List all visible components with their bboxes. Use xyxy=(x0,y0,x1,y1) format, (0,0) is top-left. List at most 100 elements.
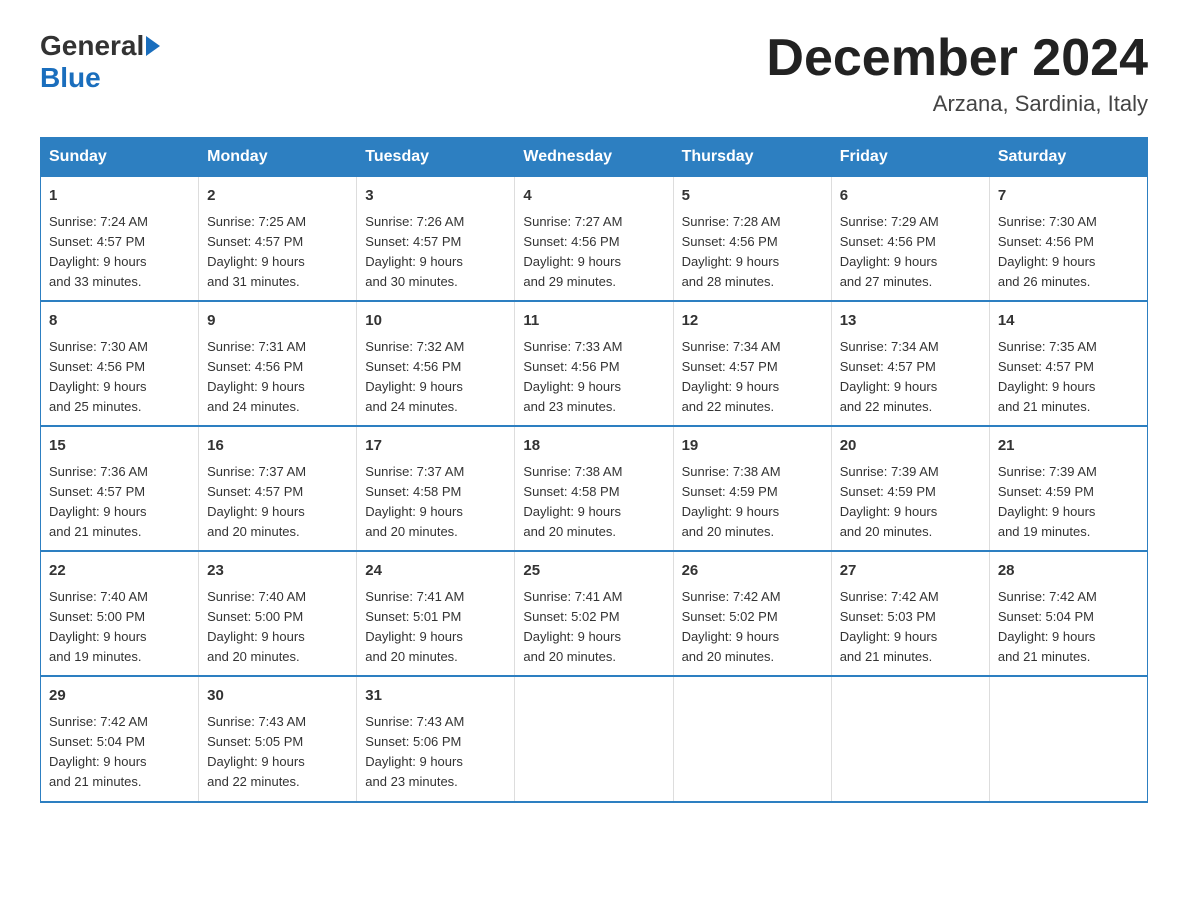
calendar-cell: 11 Sunrise: 7:33 AMSunset: 4:56 PMDayligh… xyxy=(515,301,673,426)
day-number: 26 xyxy=(682,560,823,583)
calendar-cell: 25 Sunrise: 7:41 AMSunset: 5:02 PMDayligh… xyxy=(515,551,673,676)
day-number: 31 xyxy=(365,685,506,708)
day-number: 18 xyxy=(523,435,664,458)
calendar-cell: 27Sunrise: 7:42 AMSunset: 5:03 PMDayligh… xyxy=(831,551,989,676)
week-row-0: 1Sunrise: 7:24 AMSunset: 4:57 PMDaylight… xyxy=(41,177,1148,302)
calendar-cell: 15 Sunrise: 7:36 AMSunset: 4:57 PMDayligh… xyxy=(41,426,199,551)
day-number: 12 xyxy=(682,310,823,333)
day-info: Sunrise: 7:42 AMSunset: 5:02 PMDaylight:… xyxy=(682,587,823,668)
calendar-cell: 12 Sunrise: 7:34 AMSunset: 4:57 PMDayligh… xyxy=(673,301,831,426)
day-number: 22 xyxy=(49,560,190,583)
day-info: Sunrise: 7:38 AMSunset: 4:58 PMDaylight:… xyxy=(523,462,664,543)
day-info: Sunrise: 7:29 AMSunset: 4:56 PMDaylight:… xyxy=(840,212,981,293)
header-row: Sunday Monday Tuesday Wednesday Thursday… xyxy=(41,138,1148,177)
day-number: 17 xyxy=(365,435,506,458)
calendar-cell: 26 Sunrise: 7:42 AMSunset: 5:02 PMDayligh… xyxy=(673,551,831,676)
day-info: Sunrise: 7:36 AMSunset: 4:57 PMDaylight:… xyxy=(49,462,190,543)
day-number: 15 xyxy=(49,435,190,458)
day-number: 3 xyxy=(365,185,506,208)
week-row-3: 22 Sunrise: 7:40 AMSunset: 5:00 PMDayligh… xyxy=(41,551,1148,676)
calendar-cell: 30Sunrise: 7:43 AMSunset: 5:05 PMDayligh… xyxy=(199,676,357,801)
day-number: 25 xyxy=(523,560,664,583)
calendar-cell: 17 Sunrise: 7:37 AMSunset: 4:58 PMDayligh… xyxy=(357,426,515,551)
day-info: Sunrise: 7:40 AMSunset: 5:00 PMDaylight:… xyxy=(49,587,190,668)
logo-general-text: General xyxy=(40,30,144,62)
day-info: Sunrise: 7:41 AMSunset: 5:02 PMDaylight:… xyxy=(523,587,664,668)
calendar-cell xyxy=(989,676,1147,801)
calendar-cell xyxy=(515,676,673,801)
calendar-cell: 21Sunrise: 7:39 AMSunset: 4:59 PMDayligh… xyxy=(989,426,1147,551)
day-number: 9 xyxy=(207,310,348,333)
calendar-cell: 4 Sunrise: 7:27 AMSunset: 4:56 PMDaylight… xyxy=(515,177,673,302)
day-info: Sunrise: 7:41 AMSunset: 5:01 PMDaylight:… xyxy=(365,587,506,668)
day-info: Sunrise: 7:32 AMSunset: 4:56 PMDaylight:… xyxy=(365,337,506,418)
calendar-title: December 2024 xyxy=(766,30,1148,87)
day-number: 29 xyxy=(49,685,190,708)
day-info: Sunrise: 7:30 AMSunset: 4:56 PMDaylight:… xyxy=(998,212,1139,293)
col-tuesday: Tuesday xyxy=(357,138,515,177)
calendar-cell: 28 Sunrise: 7:42 AMSunset: 5:04 PMDayligh… xyxy=(989,551,1147,676)
day-number: 4 xyxy=(523,185,664,208)
day-info: Sunrise: 7:43 AMSunset: 5:05 PMDaylight:… xyxy=(207,712,348,793)
day-number: 2 xyxy=(207,185,348,208)
col-friday: Friday xyxy=(831,138,989,177)
col-monday: Monday xyxy=(199,138,357,177)
day-number: 13 xyxy=(840,310,981,333)
day-info: Sunrise: 7:38 AMSunset: 4:59 PMDaylight:… xyxy=(682,462,823,543)
calendar-cell xyxy=(831,676,989,801)
day-number: 28 xyxy=(998,560,1139,583)
day-number: 10 xyxy=(365,310,506,333)
col-thursday: Thursday xyxy=(673,138,831,177)
day-number: 8 xyxy=(49,310,190,333)
calendar-cell: 1Sunrise: 7:24 AMSunset: 4:57 PMDaylight… xyxy=(41,177,199,302)
calendar-cell: 14 Sunrise: 7:35 AMSunset: 4:57 PMDayligh… xyxy=(989,301,1147,426)
day-number: 21 xyxy=(998,435,1139,458)
day-info: Sunrise: 7:40 AMSunset: 5:00 PMDaylight:… xyxy=(207,587,348,668)
col-saturday: Saturday xyxy=(989,138,1147,177)
day-number: 16 xyxy=(207,435,348,458)
calendar-subtitle: Arzana, Sardinia, Italy xyxy=(766,91,1148,117)
week-row-4: 29 Sunrise: 7:42 AMSunset: 5:04 PMDayligh… xyxy=(41,676,1148,801)
day-number: 11 xyxy=(523,310,664,333)
day-info: Sunrise: 7:42 AMSunset: 5:04 PMDaylight:… xyxy=(49,712,190,793)
day-number: 14 xyxy=(998,310,1139,333)
calendar-cell: 29 Sunrise: 7:42 AMSunset: 5:04 PMDayligh… xyxy=(41,676,199,801)
logo: General Blue xyxy=(40,30,162,94)
day-info: Sunrise: 7:26 AMSunset: 4:57 PMDaylight:… xyxy=(365,212,506,293)
day-number: 23 xyxy=(207,560,348,583)
calendar-cell: 3 Sunrise: 7:26 AMSunset: 4:57 PMDaylight… xyxy=(357,177,515,302)
calendar-cell: 5 Sunrise: 7:28 AMSunset: 4:56 PMDaylight… xyxy=(673,177,831,302)
day-number: 1 xyxy=(49,185,190,208)
day-info: Sunrise: 7:42 AMSunset: 5:04 PMDaylight:… xyxy=(998,587,1139,668)
day-info: Sunrise: 7:43 AMSunset: 5:06 PMDaylight:… xyxy=(365,712,506,793)
week-row-2: 15 Sunrise: 7:36 AMSunset: 4:57 PMDayligh… xyxy=(41,426,1148,551)
day-info: Sunrise: 7:39 AMSunset: 4:59 PMDaylight:… xyxy=(840,462,981,543)
calendar-cell: 18 Sunrise: 7:38 AMSunset: 4:58 PMDayligh… xyxy=(515,426,673,551)
day-info: Sunrise: 7:27 AMSunset: 4:56 PMDaylight:… xyxy=(523,212,664,293)
calendar-cell: 2Sunrise: 7:25 AMSunset: 4:57 PMDaylight… xyxy=(199,177,357,302)
day-info: Sunrise: 7:28 AMSunset: 4:56 PMDaylight:… xyxy=(682,212,823,293)
title-block: December 2024 Arzana, Sardinia, Italy xyxy=(766,30,1148,117)
day-info: Sunrise: 7:42 AMSunset: 5:03 PMDaylight:… xyxy=(840,587,981,668)
day-info: Sunrise: 7:31 AMSunset: 4:56 PMDaylight:… xyxy=(207,337,348,418)
calendar-cell: 22 Sunrise: 7:40 AMSunset: 5:00 PMDayligh… xyxy=(41,551,199,676)
col-wednesday: Wednesday xyxy=(515,138,673,177)
day-info: Sunrise: 7:33 AMSunset: 4:56 PMDaylight:… xyxy=(523,337,664,418)
calendar-table: Sunday Monday Tuesday Wednesday Thursday… xyxy=(40,137,1148,802)
calendar-cell: 31 Sunrise: 7:43 AMSunset: 5:06 PMDayligh… xyxy=(357,676,515,801)
day-number: 5 xyxy=(682,185,823,208)
col-sunday: Sunday xyxy=(41,138,199,177)
calendar-cell: 24Sunrise: 7:41 AMSunset: 5:01 PMDayligh… xyxy=(357,551,515,676)
day-info: Sunrise: 7:37 AMSunset: 4:57 PMDaylight:… xyxy=(207,462,348,543)
day-number: 20 xyxy=(840,435,981,458)
day-info: Sunrise: 7:34 AMSunset: 4:57 PMDaylight:… xyxy=(840,337,981,418)
calendar-body: 1Sunrise: 7:24 AMSunset: 4:57 PMDaylight… xyxy=(41,177,1148,802)
day-info: Sunrise: 7:37 AMSunset: 4:58 PMDaylight:… xyxy=(365,462,506,543)
calendar-cell: 20 Sunrise: 7:39 AMSunset: 4:59 PMDayligh… xyxy=(831,426,989,551)
calendar-header: Sunday Monday Tuesday Wednesday Thursday… xyxy=(41,138,1148,177)
logo-blue-text: Blue xyxy=(40,62,101,93)
day-info: Sunrise: 7:34 AMSunset: 4:57 PMDaylight:… xyxy=(682,337,823,418)
calendar-cell: 8Sunrise: 7:30 AMSunset: 4:56 PMDaylight… xyxy=(41,301,199,426)
day-number: 6 xyxy=(840,185,981,208)
day-info: Sunrise: 7:35 AMSunset: 4:57 PMDaylight:… xyxy=(998,337,1139,418)
